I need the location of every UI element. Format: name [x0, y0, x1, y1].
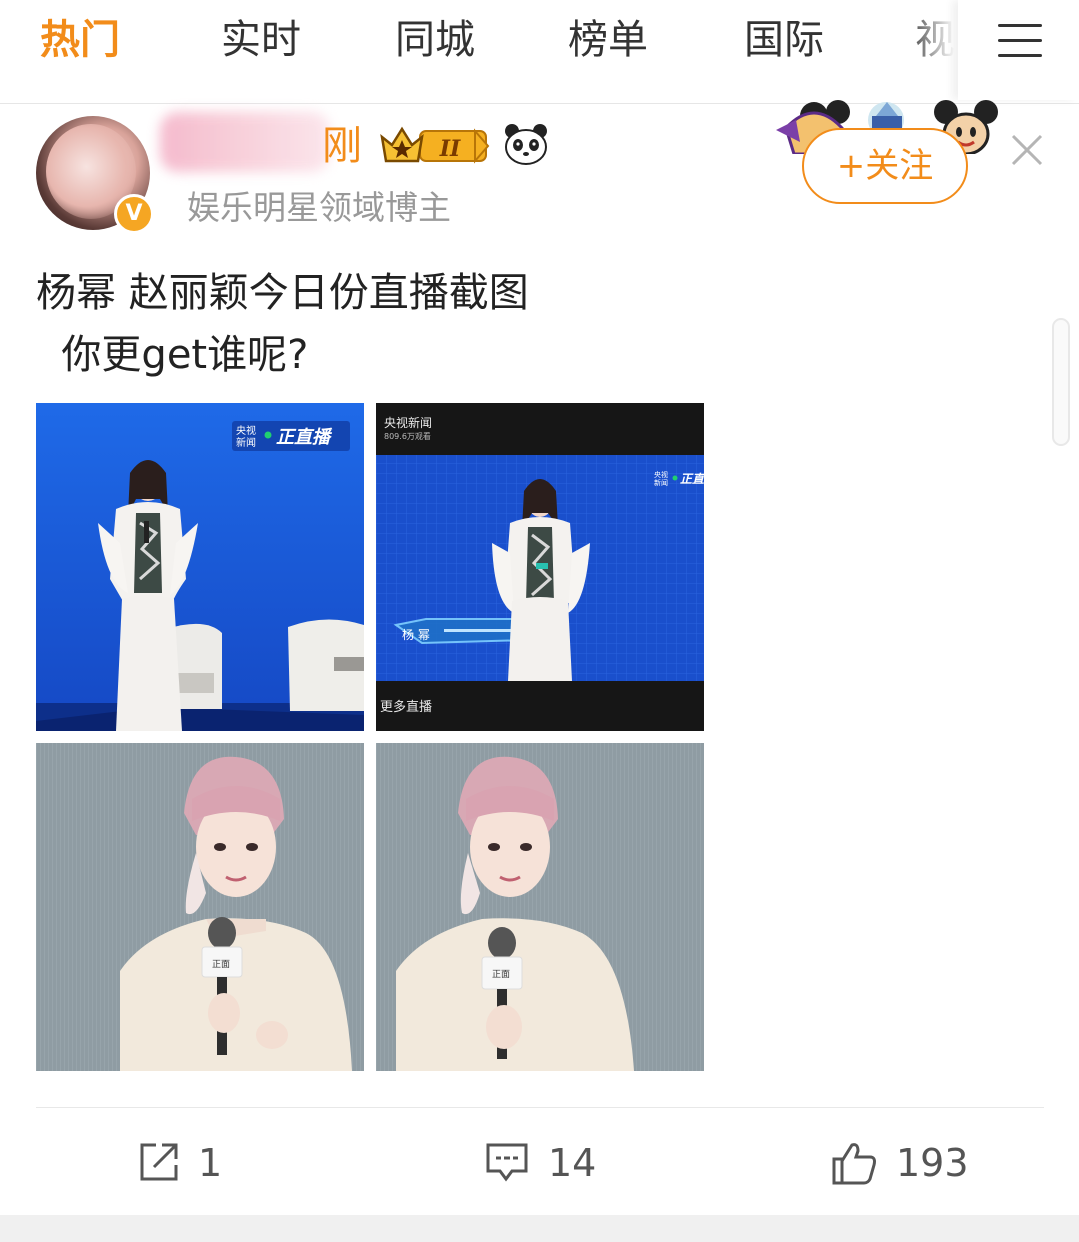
- mic-label: 正面: [492, 969, 510, 980]
- repost-count: 1: [198, 1141, 223, 1185]
- post-text: 杨幂 赵丽颖今日份直播截图 你更get谁呢?: [36, 262, 736, 386]
- tab-hot[interactable]: 热门: [40, 14, 120, 66]
- overlay-viewers: 809.6万观看: [384, 432, 431, 441]
- tab-ranking[interactable]: 榜单: [568, 14, 648, 66]
- overlay-live-label: 正直: [680, 472, 704, 486]
- post-text-line-1: 杨幂 赵丽颖今日份直播截图: [36, 270, 529, 316]
- verified-badge: V: [114, 194, 154, 234]
- stage-photo-1: 央视 新闻 正直播: [36, 403, 364, 731]
- tab-international[interactable]: 国际: [744, 14, 824, 66]
- comment-icon: [486, 1143, 528, 1182]
- overlay-top-title: 央视新闻: [384, 415, 432, 430]
- tab-realtime[interactable]: 实时: [221, 14, 301, 66]
- menu-area: [958, 0, 1079, 100]
- svg-text:新闻: 新闻: [654, 478, 668, 487]
- like-count: 193: [896, 1141, 969, 1185]
- top-nav-bar: 热门 实时 同城 榜单 国际 视: [0, 0, 1079, 104]
- stage-photo-2: 央视新闻 809.6万观看 央视 新闻 正直 杨 幂 更多直播: [376, 403, 704, 731]
- action-divider: [36, 1107, 1044, 1108]
- overlay-name-tag: 杨 幂: [402, 627, 430, 642]
- share-icon: [140, 1143, 178, 1181]
- vip-crown-icon: II: [380, 126, 490, 164]
- comment-button[interactable]: 14: [484, 1135, 624, 1191]
- svg-text:央视: 央视: [654, 470, 668, 479]
- post-text-line-2: 你更get谁呢?: [36, 332, 309, 378]
- panda-icon: [505, 124, 547, 165]
- feed-separator: [0, 1215, 1079, 1242]
- overlay-live-label: 正直播: [276, 427, 333, 448]
- hamburger-menu-icon[interactable]: [998, 24, 1042, 58]
- post-image-3[interactable]: 正面: [36, 743, 364, 1071]
- username[interactable]: 刚: [322, 120, 362, 172]
- mic-label: 正面: [212, 959, 230, 970]
- comment-count: 14: [548, 1141, 597, 1185]
- tab-fade-overlay: [905, 0, 960, 100]
- post-image-4[interactable]: 正面: [376, 743, 704, 1071]
- level-badge-text: II: [439, 136, 461, 162]
- username-blurred: [160, 112, 330, 172]
- user-bio: 娱乐明星领域博主: [187, 188, 451, 227]
- svg-text:新闻: 新闻: [236, 436, 256, 449]
- thumbs-up-icon: [832, 1143, 876, 1185]
- like-button[interactable]: 193: [830, 1135, 980, 1191]
- portrait-photo-4: 正面: [376, 743, 704, 1071]
- post-image-2[interactable]: 央视新闻 809.6万观看 央视 新闻 正直 杨 幂 更多直播: [376, 403, 704, 731]
- overlay-more-live: 更多直播: [380, 699, 432, 715]
- tab-local[interactable]: 同城: [395, 14, 475, 66]
- post-image-1[interactable]: 央视 新闻 正直播: [36, 403, 364, 731]
- close-icon[interactable]: [1009, 132, 1045, 168]
- follow-button[interactable]: +关注: [802, 128, 968, 204]
- portrait-photo-3: 正面: [36, 743, 364, 1071]
- scroll-indicator[interactable]: [1052, 318, 1070, 446]
- repost-button[interactable]: 1: [136, 1135, 256, 1191]
- overlay-channel: 央视: [236, 424, 256, 437]
